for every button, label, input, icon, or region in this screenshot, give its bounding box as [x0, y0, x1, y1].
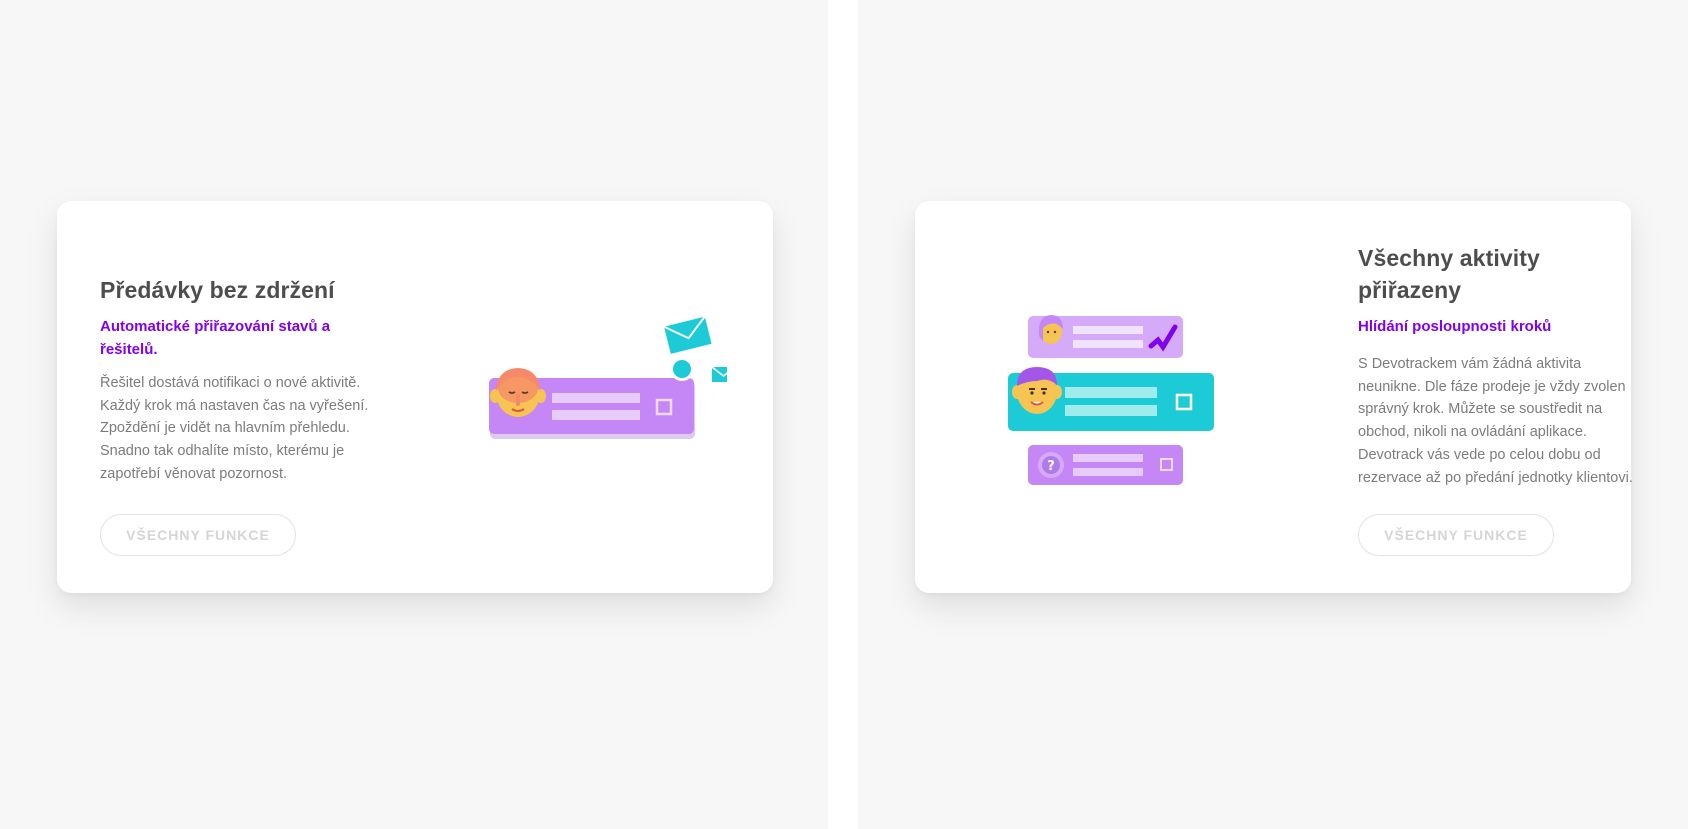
card-subtitle: Hlídání posloupnosti kroků: [1358, 318, 1552, 335]
task-line: [552, 410, 640, 420]
bottom-task-card: ?: [1028, 445, 1183, 485]
envelope-icon: [711, 366, 727, 382]
card-title: Všechny aktivity přiřazeny: [1358, 245, 1540, 303]
svg-text:?: ?: [1047, 459, 1055, 474]
left-panel: Předávky bez zdržení Automatické přiřazo…: [0, 0, 828, 829]
feature-card-handovers: Předávky bez zdržení Automatické přiřazo…: [57, 201, 773, 593]
feature-card-activities: Všechny aktivity přiřazeny Hlídání poslo…: [915, 201, 1633, 593]
card-subtitle: Automatické přiřazování stavů a řešitelů…: [100, 318, 331, 358]
main-task-card: [1008, 367, 1214, 431]
envelope-icon: [663, 316, 712, 354]
question-mark-icon: ?: [1038, 452, 1064, 478]
all-features-button[interactable]: VŠECHNY FUNKCE: [100, 514, 296, 556]
top-task-card: [1028, 315, 1183, 358]
card-description: Řešitel dostává notifikaci o nové aktivi…: [100, 375, 369, 482]
task-line: [552, 393, 640, 403]
handover-illustration: [489, 316, 727, 439]
right-panel: Všechny aktivity přiřazeny Hlídání poslo…: [858, 0, 1688, 829]
card-description: S Devotrackem vám žádná aktivita neunikn…: [1358, 356, 1633, 486]
card-title: Předávky bez zdržení: [100, 277, 335, 303]
all-features-button[interactable]: VŠECHNY FUNKCE: [1358, 514, 1554, 556]
activities-illustration: ?: [1008, 315, 1214, 485]
